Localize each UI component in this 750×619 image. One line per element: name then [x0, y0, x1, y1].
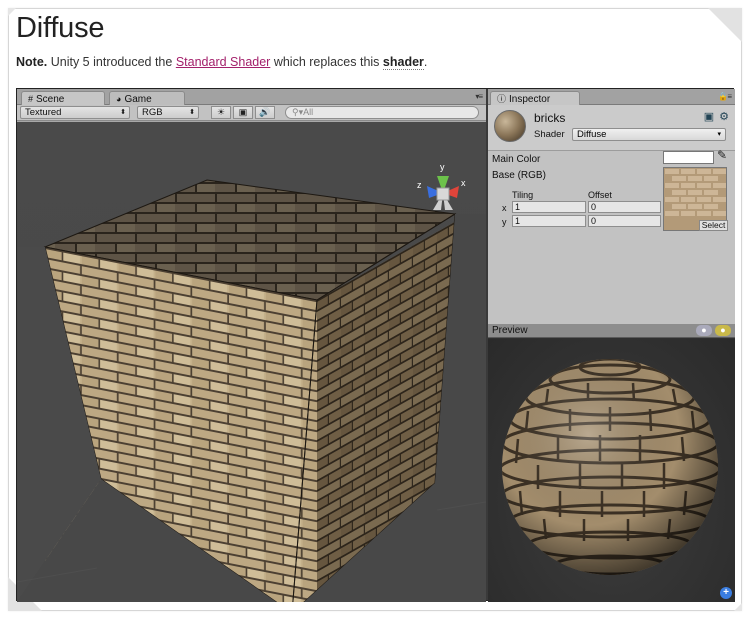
offset-x-field[interactable]: 0 — [588, 201, 661, 213]
scene-toolbar: Textured ⬍ RGB ⬍ ☀ ▣ 🔊 ⚲▾All — [17, 105, 486, 121]
shader-label: Shader — [534, 129, 565, 140]
gizmo-y-label: y — [440, 162, 445, 172]
add-icon[interactable]: + — [720, 587, 732, 599]
preview-header: Preview ● ● — [488, 324, 735, 338]
note-label: Note. — [16, 55, 48, 69]
tiling-y-field[interactable]: 1 — [512, 215, 586, 227]
lighting-toggle-icon[interactable]: ☀ — [211, 106, 231, 119]
inspector-tabbar: ⓘ Inspector 🔒≡ — [488, 89, 735, 105]
gizmo-z-label: z — [417, 180, 422, 190]
info-icon: ⓘ — [497, 94, 507, 104]
corner-fold-bottom-right — [734, 603, 742, 611]
scene-viewport[interactable]: y x z — [17, 122, 486, 602]
shader-dropdown[interactable]: Diffuse ▾ — [572, 128, 726, 141]
channel-value: RGB — [142, 107, 163, 118]
preview-title: Preview — [492, 325, 528, 336]
updown-arrow-icon: ⬍ — [120, 109, 126, 116]
shader-term-link[interactable]: shader — [382, 55, 424, 70]
tab-menu-icon[interactable]: ▾≡ — [475, 92, 483, 101]
tiling-label: Tiling — [512, 190, 534, 200]
base-rgb-label: Base (RGB) — [492, 170, 546, 181]
scene-tabbar: # Scene ◕ Game ▾≡ — [17, 89, 486, 105]
search-placeholder: All — [303, 107, 314, 117]
gear-icon[interactable]: ⚙ — [719, 111, 729, 123]
eyedropper-icon[interactable]: ✎ — [717, 148, 727, 162]
tab-inspector[interactable]: ⓘ Inspector — [490, 91, 580, 105]
y-label: y — [502, 217, 507, 227]
pacman-icon: ◕ — [116, 94, 122, 104]
dropdown-arrow-icon: ▾ — [717, 131, 721, 138]
offset-y-field[interactable]: 0 — [588, 215, 661, 227]
shader-value: Diffuse — [577, 129, 607, 140]
preview-panel: Preview ● ● + — [488, 324, 735, 602]
corner-fold-top-left — [8, 8, 16, 16]
note-text-before: Unity 5 introduced the — [50, 55, 173, 69]
material-header: bricks Shader Diffuse ▾ ▣ ⚙ — [488, 105, 735, 151]
hash-icon: # — [28, 94, 34, 104]
x-label: x — [502, 203, 507, 213]
draw-mode-dropdown[interactable]: Textured ⬍ — [20, 106, 130, 119]
tab-scene-label: Scene — [36, 94, 65, 105]
material-name: bricks — [534, 111, 566, 125]
updown-arrow-icon: ⬍ — [189, 109, 195, 116]
offset-label: Offset — [588, 190, 612, 200]
unity-editor-screenshot: # Scene ◕ Game ▾≡ Textured ⬍ RGB ⬍ ☀ ▣ 🔊 ⚲… — [16, 88, 735, 602]
tab-game[interactable]: ◕ Game — [109, 91, 185, 105]
light-toggle-icon[interactable]: ● — [715, 325, 731, 336]
orientation-gizmo[interactable]: y x z — [415, 158, 475, 228]
inspector-panel: ⓘ Inspector 🔒≡ bricks Shader Diffuse ▾ ▣ ⚙… — [488, 89, 735, 324]
tiling-x-field[interactable]: 1 — [512, 201, 586, 213]
draw-mode-value: Textured — [25, 107, 62, 118]
note-text-middle: which replaces this — [273, 55, 380, 69]
standard-shader-link[interactable]: Standard Shader — [176, 55, 271, 69]
audio-toggle-icon[interactable]: 🔊 — [255, 106, 275, 119]
note-paragraph: Note. Unity 5 introduced the Standard Sh… — [16, 55, 428, 70]
main-color-swatch[interactable] — [663, 151, 714, 164]
channel-dropdown[interactable]: RGB ⬍ — [137, 106, 199, 119]
preview-sphere — [502, 359, 718, 575]
lock-icon[interactable]: 🔒≡ — [718, 92, 732, 101]
book-help-icon[interactable]: ▣ — [704, 111, 714, 123]
tab-game-label: Game — [124, 94, 152, 105]
preview-viewport[interactable]: + — [488, 339, 735, 602]
tab-scene[interactable]: # Scene — [21, 91, 105, 105]
scene-search-input[interactable]: ⚲▾All — [285, 106, 479, 119]
material-thumbnail — [494, 110, 526, 142]
image-toggle-icon[interactable]: ▣ — [233, 106, 253, 119]
page-title: Diffuse — [16, 12, 105, 44]
note-text-end: . — [423, 55, 428, 69]
scene-panel: # Scene ◕ Game ▾≡ Textured ⬍ RGB ⬍ ☀ ▣ 🔊 ⚲… — [17, 89, 486, 602]
tab-inspector-label: Inspector — [509, 94, 551, 105]
sphere-toggle-icon[interactable]: ● — [696, 325, 712, 336]
texture-select-button[interactable]: Select — [699, 220, 728, 231]
corner-fold-top-right — [708, 8, 742, 42]
main-color-label: Main Color — [492, 154, 541, 165]
gizmo-x-label: x — [461, 178, 466, 188]
search-icon: ⚲ — [292, 107, 299, 117]
